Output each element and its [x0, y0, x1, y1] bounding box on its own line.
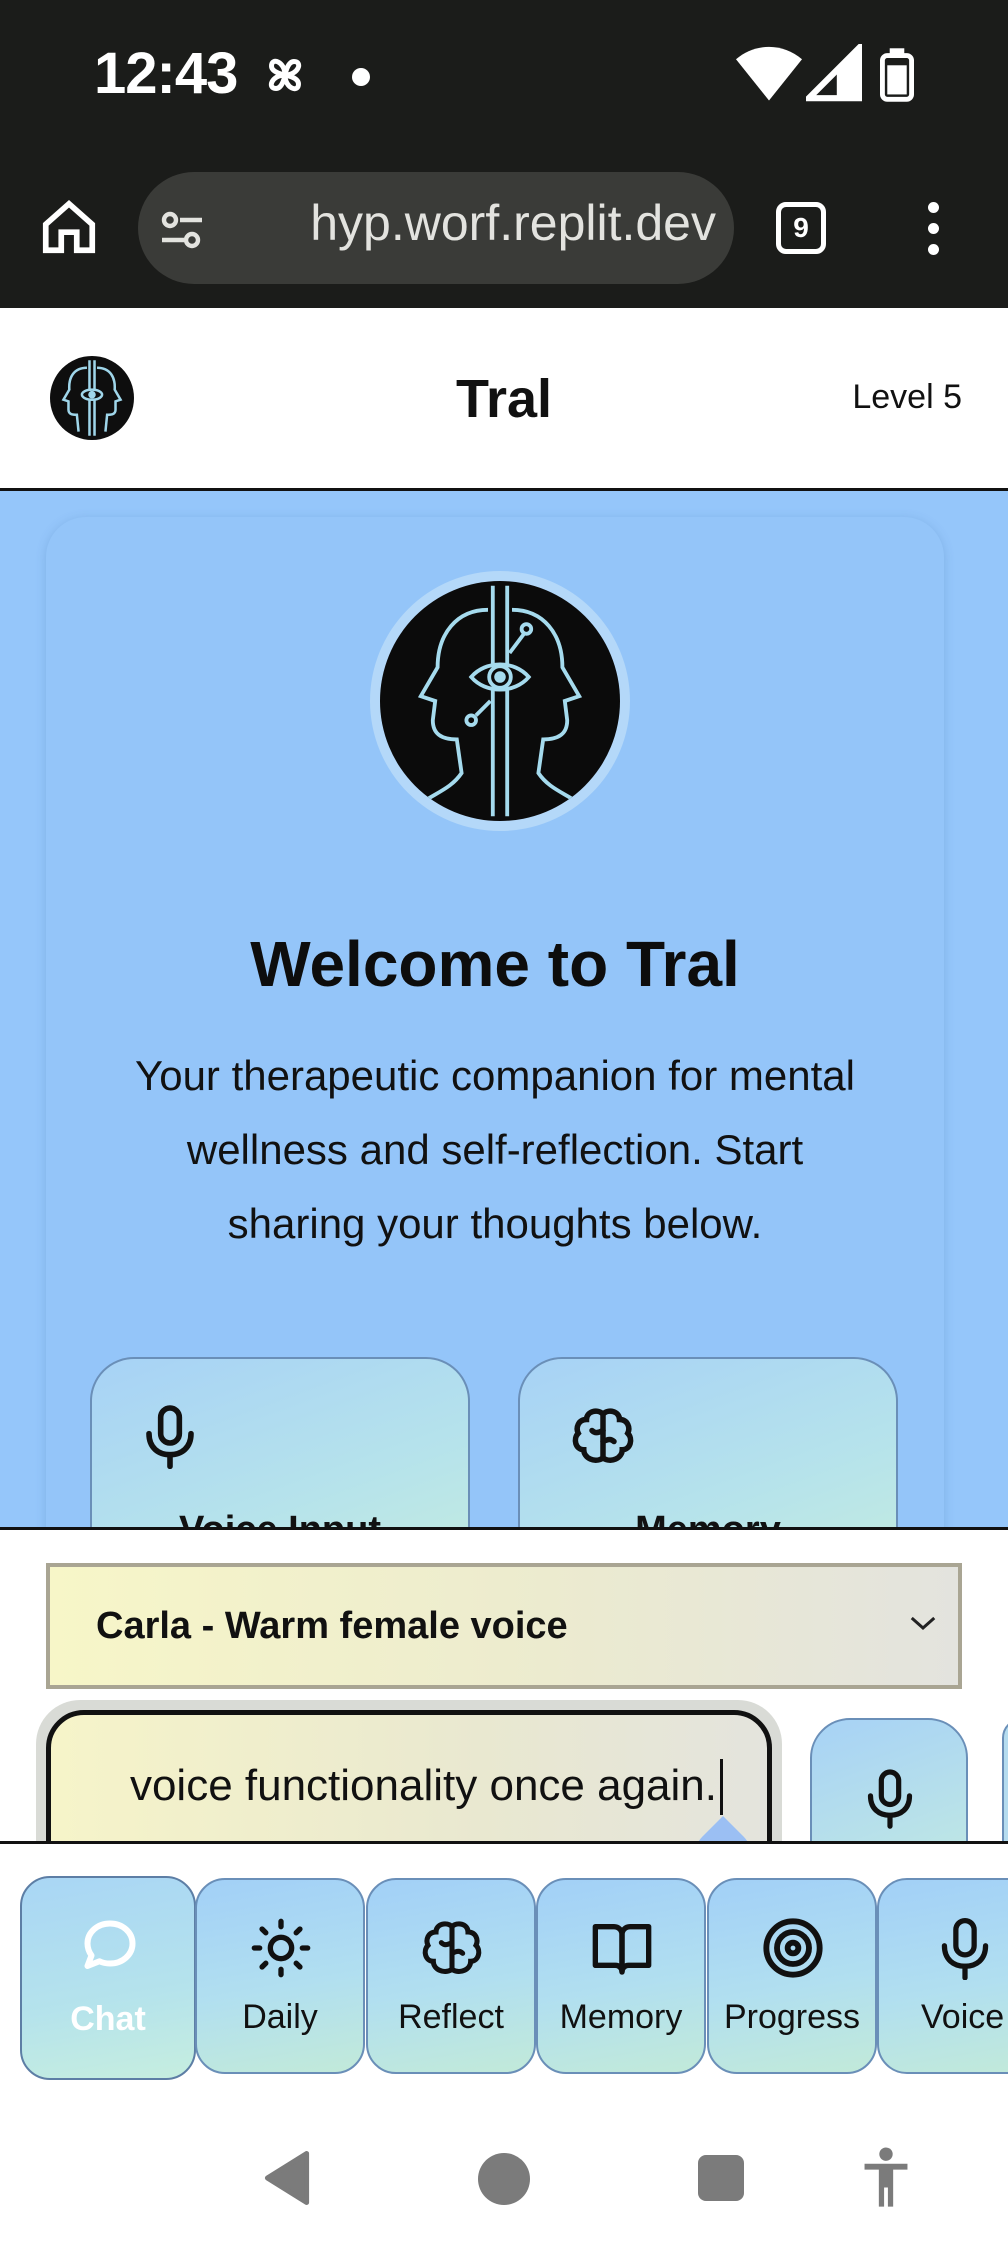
chevron-down-icon	[910, 1616, 936, 1631]
status-time: 12:43	[94, 41, 238, 106]
level-badge: Level 5	[852, 378, 962, 416]
voice-input-feature-card[interactable]: Voice Input	[90, 1357, 470, 1527]
memory-feature-card[interactable]: Memory	[518, 1357, 898, 1527]
nav-label: Progress	[723, 1998, 861, 2036]
main-content[interactable]: Welcome to Tral Your therapeutic compani…	[0, 491, 1008, 1527]
sun-icon	[251, 1918, 311, 1978]
nav-chat[interactable]: Chat	[20, 1876, 196, 2080]
home-icon[interactable]	[38, 196, 100, 258]
book-icon	[592, 1924, 652, 1975]
welcome-intro: Your therapeutic companion for mental we…	[135, 1052, 855, 1247]
tral-avatar	[370, 571, 630, 831]
nav-label: Reflect	[398, 1998, 504, 2036]
recents-icon[interactable]	[698, 2155, 744, 2201]
pinwheel-icon	[268, 58, 302, 92]
microphone-icon	[146, 1405, 194, 1469]
bottom-nav: Chat Daily Reflect Memory Progress Voice	[0, 1841, 1008, 2091]
target-icon	[763, 1918, 823, 1978]
send-button[interactable]	[1002, 1718, 1008, 1841]
app-header: Tral Level 5	[0, 308, 1008, 491]
back-icon[interactable]	[262, 2151, 312, 2205]
feature-label: Voice Input	[92, 1509, 468, 1527]
tab-switcher-button[interactable]: 9	[776, 202, 826, 254]
message-input-focus-ring: voice functionality once again.	[36, 1700, 782, 1841]
welcome-card: Welcome to Tral Your therapeutic compani…	[46, 517, 944, 1527]
message-input[interactable]: voice functionality once again.	[46, 1710, 772, 1841]
nav-label: Memory	[559, 1998, 683, 2036]
welcome-heading: Welcome to Tral	[250, 928, 740, 1000]
brain-icon	[422, 1921, 482, 1974]
nav-label: Daily	[242, 1998, 318, 2036]
signal-icon	[806, 44, 862, 102]
nav-label: Chat	[70, 2000, 146, 2038]
chat-bubble-icon	[84, 1920, 136, 1969]
wifi-icon	[736, 46, 802, 101]
voice-select[interactable]: Carla - Warm female voice	[46, 1563, 962, 1689]
microphone-icon	[941, 1917, 989, 1980]
microphone-icon	[867, 1769, 913, 1829]
nav-label: Voice	[921, 1998, 1005, 2036]
text-caret	[720, 1759, 723, 1815]
voice-select-value[interactable]: Carla - Warm female voice	[96, 1605, 568, 1648]
battery-icon	[880, 48, 914, 102]
message-input-text[interactable]: voice functionality once again.	[130, 1761, 717, 1811]
url-text[interactable]: hyp.worf.replit.dev	[226, 194, 716, 252]
home-button-icon[interactable]	[478, 2153, 530, 2205]
composer-area: Carla - Warm female voice voice function…	[0, 1527, 1008, 1841]
nav-progress[interactable]: Progress	[707, 1878, 877, 2074]
more-menu-icon[interactable]	[928, 202, 939, 265]
nav-memory[interactable]: Memory	[536, 1878, 706, 2074]
status-bar: 12:43	[0, 0, 1008, 150]
address-bar[interactable]: hyp.worf.replit.dev	[138, 172, 734, 284]
site-settings-icon[interactable]	[158, 210, 206, 250]
accessibility-icon[interactable]	[862, 2147, 910, 2209]
record-voice-button[interactable]	[810, 1718, 968, 1841]
feature-label: Memory	[520, 1509, 896, 1527]
system-navigation-bar	[0, 2091, 1008, 2244]
nav-reflect[interactable]: Reflect	[366, 1878, 536, 2074]
browser-toolbar: hyp.worf.replit.dev 9	[0, 150, 1008, 308]
nav-daily[interactable]: Daily	[195, 1878, 365, 2074]
nav-voice[interactable]: Voice	[877, 1878, 1008, 2074]
brain-icon	[572, 1408, 634, 1463]
notification-dot-icon	[352, 68, 370, 86]
